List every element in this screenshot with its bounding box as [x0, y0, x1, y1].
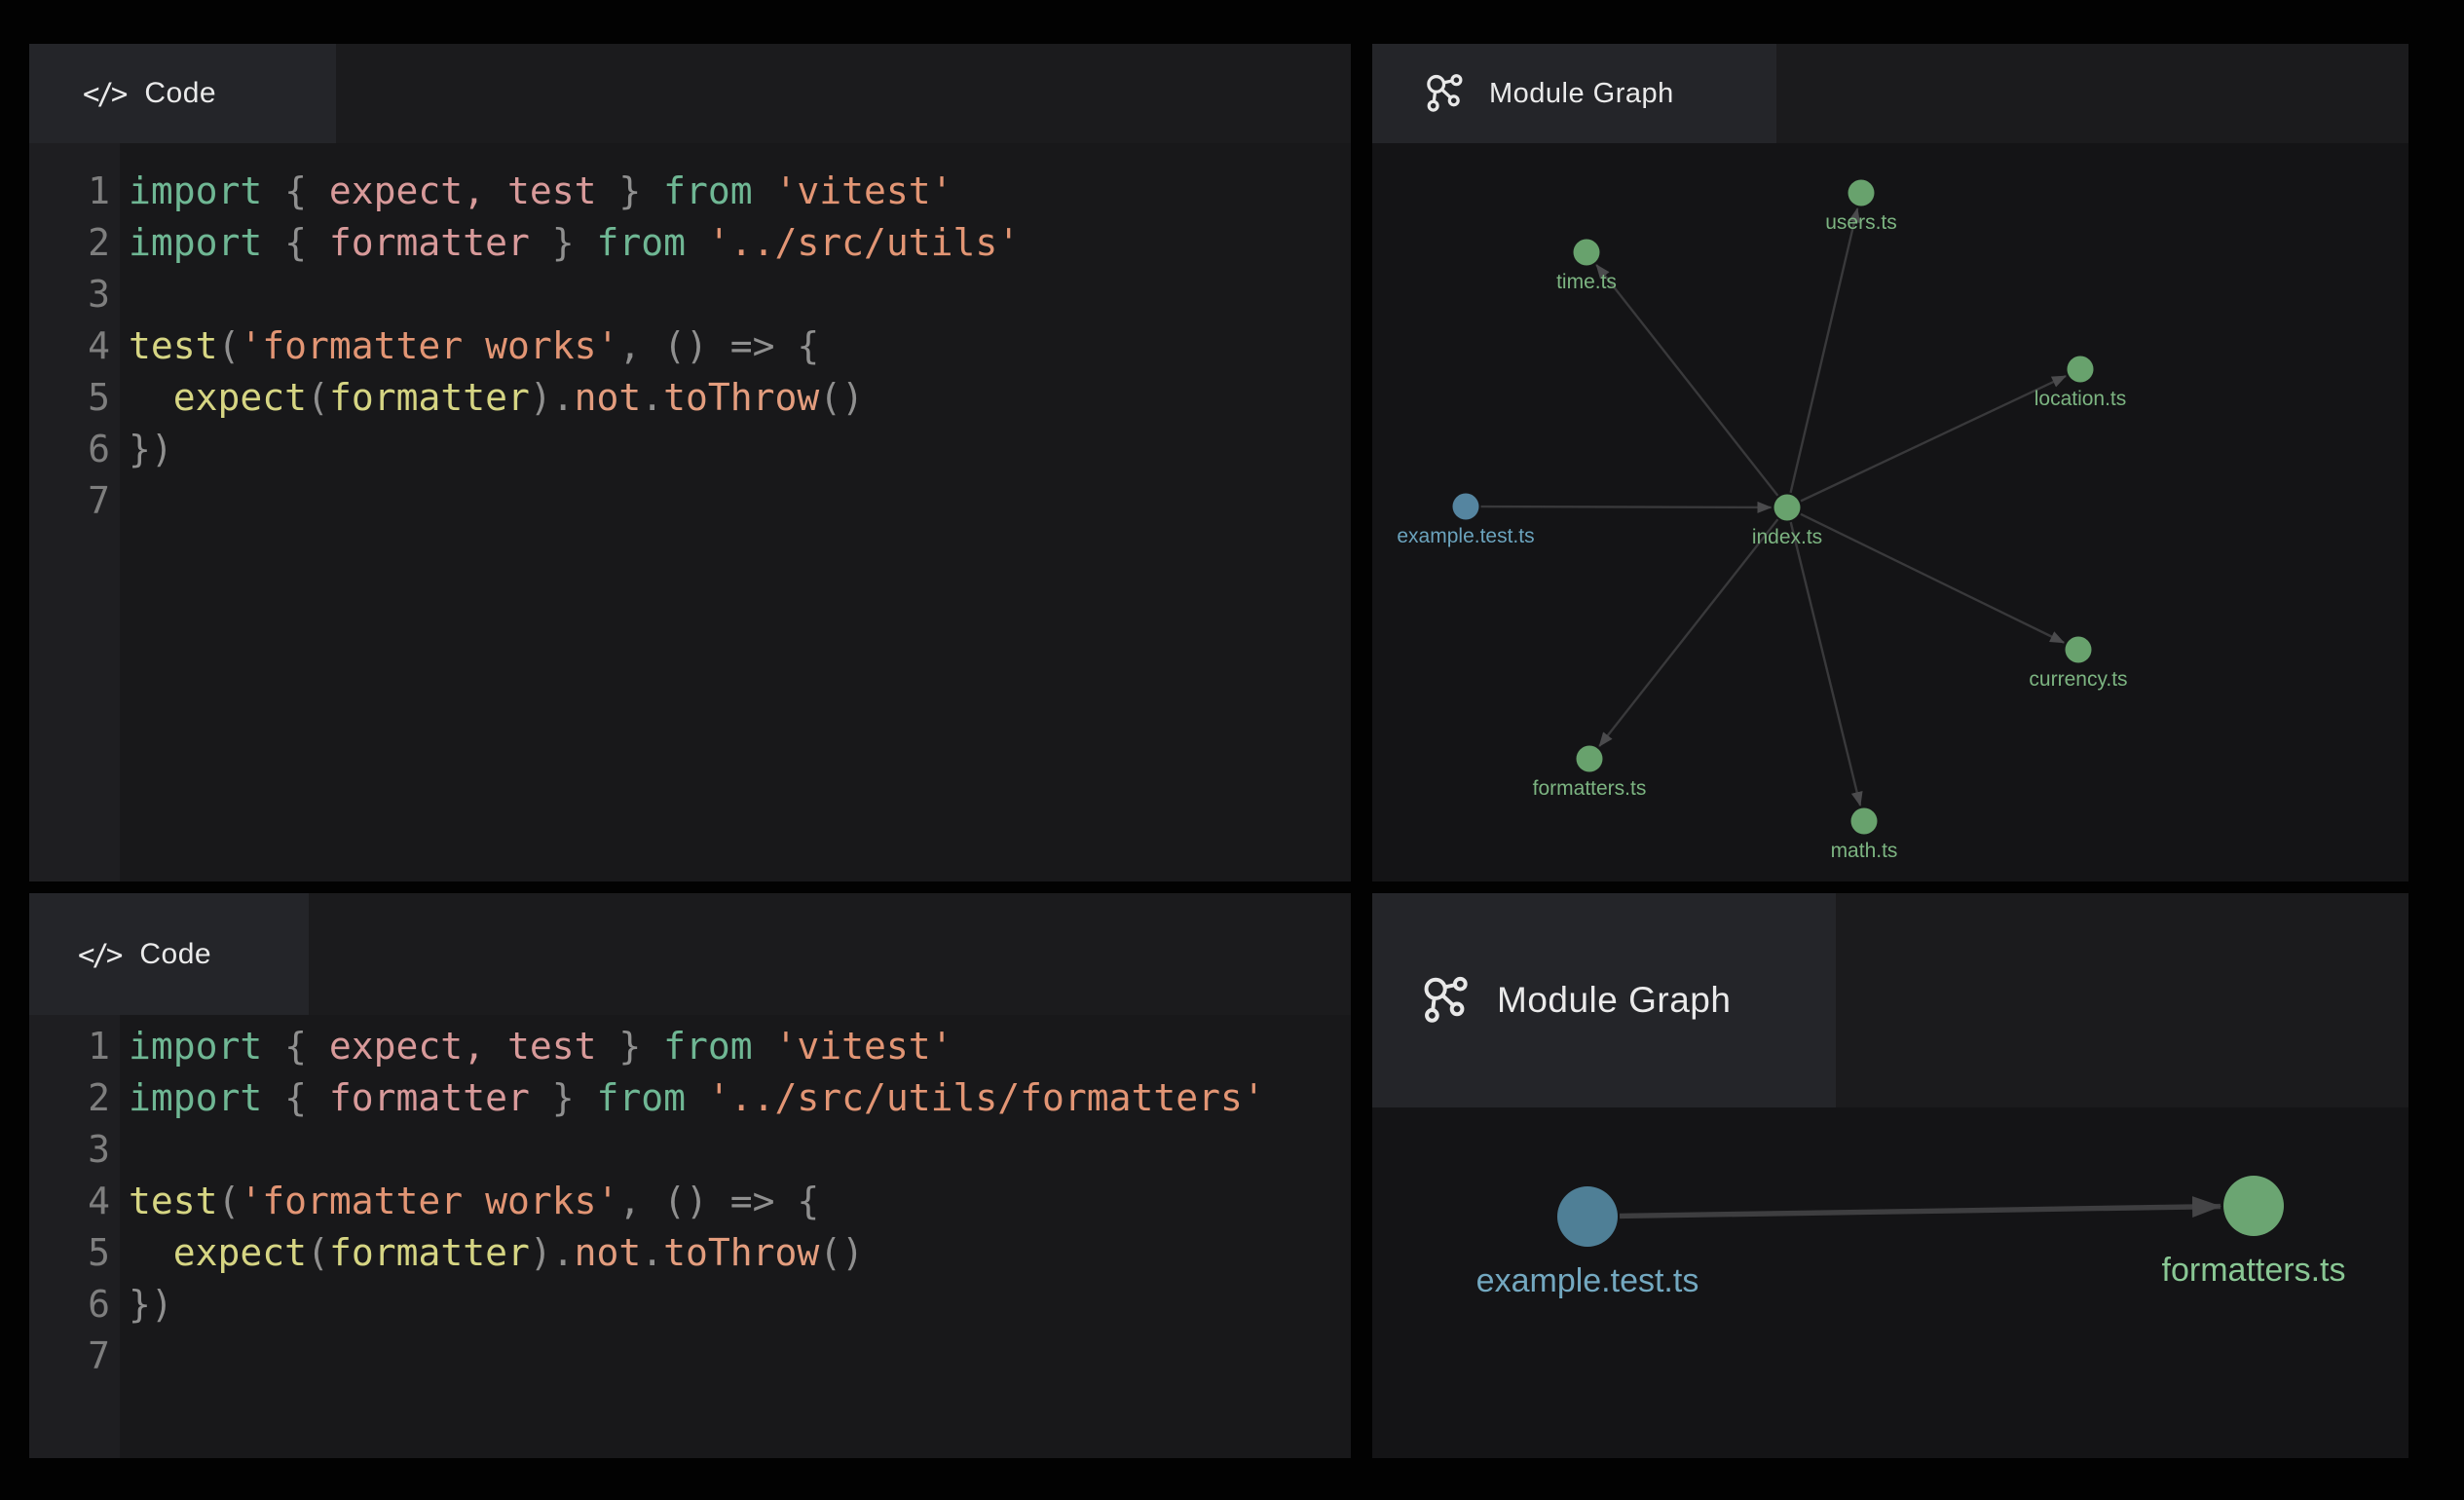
graph-node-location.ts[interactable]	[2068, 356, 2094, 383]
line-number: 4	[29, 320, 120, 372]
code-panel-top: </> Code 1import { expect, test } from '…	[29, 44, 1351, 881]
graph-node-formatters.ts[interactable]	[2223, 1176, 2284, 1236]
graph-node-label-location.ts: location.ts	[2035, 388, 2127, 410]
tab-code-top-label: Code	[144, 77, 216, 110]
edge-index.ts-to-users.ts	[1791, 208, 1858, 493]
code-editor-bottom: 1import { expect, test } from 'vitest'2i…	[29, 1015, 1351, 1458]
tab-module-graph-top-label: Module Graph	[1489, 78, 1674, 110]
module-graph-bottom-header: Module Graph	[1372, 893, 2408, 1107]
line-number: 5	[29, 1227, 120, 1279]
line-number: 6	[29, 1279, 120, 1331]
line-number: 1	[29, 1021, 120, 1072]
line-number: 1	[29, 166, 120, 217]
graph-node-label-math.ts: math.ts	[1831, 840, 1898, 862]
graph-node-example.test.ts[interactable]	[1557, 1186, 1618, 1247]
graph-node-label-example.test.ts: example.test.ts	[1476, 1262, 1699, 1299]
module-graph-panel-bottom: Module Graph example.test.ts formatters.t…	[1372, 893, 2408, 1458]
graph-node-label-example.test.ts: example.test.ts	[1397, 525, 1534, 547]
graph-node-formatters.ts[interactable]	[1577, 746, 1603, 772]
module-graph-top-header: Module Graph	[1372, 44, 2408, 143]
line-number: 3	[29, 1124, 120, 1176]
code-line: 4test('formatter works', () => {	[29, 320, 1351, 372]
graph-node-label-index.ts: index.ts	[1752, 526, 1822, 548]
code-line: 4test('formatter works', () => {	[29, 1176, 1351, 1227]
graph-node-index.ts[interactable]	[1774, 495, 1801, 521]
module-graph-canvas-top[interactable]: example.test.ts index.ts users.ts time.ts lo…	[1372, 143, 2408, 881]
code-line: 7	[29, 1331, 1351, 1382]
graph-node-example.test.ts[interactable]	[1453, 494, 1479, 520]
line-number: 5	[29, 372, 120, 424]
line-number: 3	[29, 269, 120, 320]
graph-node-time.ts[interactable]	[1574, 240, 1600, 266]
line-number: 7	[29, 475, 120, 527]
tab-module-graph-top[interactable]: Module Graph	[1372, 44, 1776, 143]
code-icon: </>	[83, 76, 125, 111]
module-graph-icon	[1421, 71, 1466, 116]
code-panel-top-header: </> Code	[29, 44, 1351, 143]
edge-index.ts-to-time.ts	[1596, 265, 1777, 496]
line-number: 2	[29, 217, 120, 269]
code-line: 3	[29, 269, 1351, 320]
tab-code-bottom[interactable]: </> Code	[29, 893, 309, 1015]
code-line: 2import { formatter } from '../src/utils…	[29, 1072, 1351, 1124]
graph-node-currency.ts[interactable]	[2066, 637, 2092, 663]
code-line: 7	[29, 475, 1351, 527]
graph-node-label-users.ts: users.ts	[1825, 211, 1897, 234]
graph-node-users.ts[interactable]	[1848, 180, 1875, 206]
code-line: 6})	[29, 1279, 1351, 1331]
edge-index.ts-to-currency.ts	[1801, 514, 2064, 643]
screenshot-root: </> Code 1import { expect, test } from '…	[0, 0, 2464, 1500]
edge-index.ts-to-math.ts	[1791, 522, 1860, 806]
code-icon: </>	[78, 937, 120, 972]
code-line: 3	[29, 1124, 1351, 1176]
graph-node-label-currency.ts: currency.ts	[2029, 668, 2127, 691]
graph-node-math.ts[interactable]	[1851, 808, 1878, 835]
line-number: 7	[29, 1331, 120, 1382]
tab-module-graph-bottom[interactable]: Module Graph	[1372, 893, 1836, 1107]
edge-example.test.ts-to-index.ts	[1480, 506, 1771, 507]
code-line: 2import { formatter } from '../src/utils…	[29, 217, 1351, 269]
edge-index.ts-to-formatters.ts	[1599, 519, 1777, 746]
code-line: 5 expect(formatter).not.toThrow()	[29, 1227, 1351, 1279]
module-graph-icon	[1417, 973, 1472, 1028]
module-graph-panel-top: Module Graph example.test.ts index.ts user…	[1372, 44, 2408, 881]
code-lines-top: 1import { expect, test } from 'vitest'2i…	[29, 166, 1351, 527]
module-graph-canvas-bottom[interactable]: example.test.ts formatters.ts	[1372, 1107, 2408, 1458]
line-number: 2	[29, 1072, 120, 1124]
tab-code-top[interactable]: </> Code	[29, 44, 336, 143]
line-number: 6	[29, 424, 120, 475]
code-panel-bottom-header: </> Code	[29, 893, 1351, 1015]
code-panel-bottom: </> Code 1import { expect, test } from '…	[29, 893, 1351, 1458]
edge-example.test.ts-to-formatters.ts	[1620, 1207, 2221, 1217]
graph-node-label-formatters.ts: formatters.ts	[1533, 777, 1647, 800]
code-line: 1import { expect, test } from 'vitest'	[29, 1021, 1351, 1072]
code-line: 1import { expect, test } from 'vitest'	[29, 166, 1351, 217]
code-editor-top: 1import { expect, test } from 'vitest'2i…	[29, 143, 1351, 881]
code-line: 6})	[29, 424, 1351, 475]
line-number: 4	[29, 1176, 120, 1227]
graph-node-label-formatters.ts: formatters.ts	[2162, 1252, 2346, 1289]
edge-index.ts-to-location.ts	[1801, 376, 2066, 501]
code-lines-bottom: 1import { expect, test } from 'vitest'2i…	[29, 1021, 1351, 1382]
tab-module-graph-bottom-label: Module Graph	[1497, 980, 1731, 1021]
code-line: 5 expect(formatter).not.toThrow()	[29, 372, 1351, 424]
graph-node-label-time.ts: time.ts	[1556, 271, 1617, 293]
tab-code-bottom-label: Code	[139, 938, 211, 971]
